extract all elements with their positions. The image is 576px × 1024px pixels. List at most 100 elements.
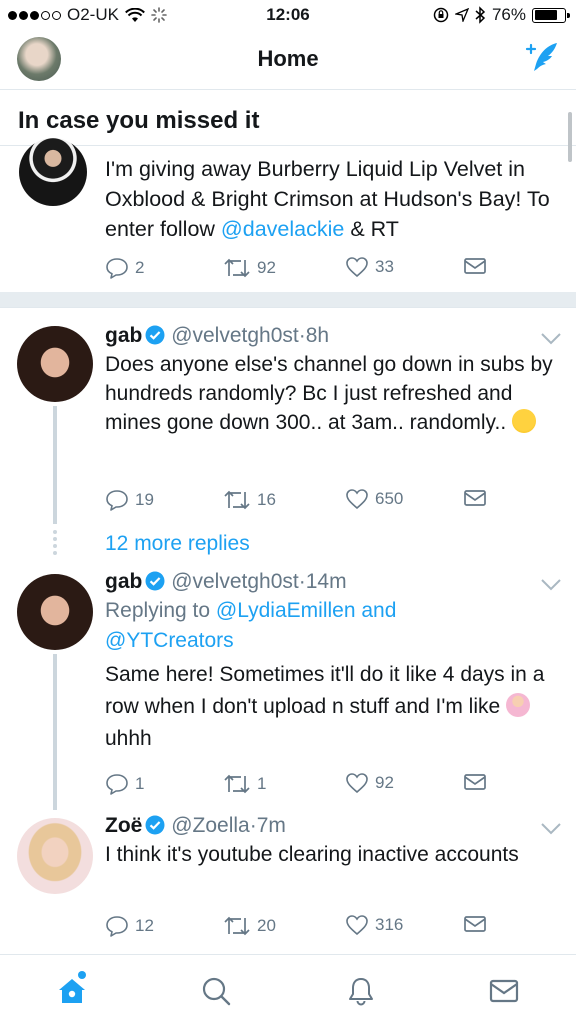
tab-home[interactable] <box>52 971 92 1011</box>
avatar[interactable] <box>17 574 93 650</box>
retweet-button[interactable]: 16 <box>223 488 276 512</box>
tweet-actions: 19 16 650 <box>105 488 495 514</box>
tweet[interactable]: Zoë @Zoella·7m I think it's youtube clea… <box>0 810 576 954</box>
tweet-actions: 1 1 92 <box>105 772 495 798</box>
battery-percent: 76% <box>491 5 526 24</box>
bluetooth-icon <box>475 6 486 24</box>
retweet-button[interactable]: 1 <box>223 772 266 796</box>
replying-to: Replying to @LydiaEmillen and @YTCreators <box>105 599 397 652</box>
reply-icon <box>106 258 128 279</box>
home-icon <box>59 979 85 1003</box>
tab-messages[interactable] <box>484 971 524 1011</box>
tweet-actions: 2 92 33 <box>105 256 495 282</box>
tweet-time: 8h <box>305 324 330 347</box>
thread-dots <box>53 530 57 558</box>
dm-button[interactable] <box>463 256 487 276</box>
shrug-emoji-icon <box>506 693 531 717</box>
thread-line <box>53 406 57 524</box>
dm-button[interactable] <box>463 772 487 792</box>
tab-bar <box>0 954 576 1024</box>
mail-icon <box>489 979 519 1003</box>
page-title: Home <box>257 46 319 71</box>
chevron-down-icon[interactable] <box>540 822 562 836</box>
search-icon <box>202 977 231 1006</box>
envelope-icon <box>464 258 486 274</box>
tweet-time: 7m <box>256 814 286 837</box>
section-divider <box>0 292 576 308</box>
rotation-lock-icon <box>433 7 449 23</box>
tweet-body: gab @velvetgh0st·8h Does anyone else's c… <box>105 322 556 437</box>
retweet-icon <box>224 774 250 794</box>
heart-icon <box>346 773 368 794</box>
tweet-actions: 12 20 316 <box>105 914 495 940</box>
like-button[interactable]: 650 <box>345 488 403 510</box>
reply-button[interactable]: 19 <box>105 488 154 512</box>
reply-button[interactable]: 12 <box>105 914 154 938</box>
heart-icon <box>346 257 368 278</box>
compose-tweet-icon[interactable] <box>524 40 560 76</box>
author-name[interactable]: Zoë <box>105 814 142 837</box>
envelope-icon <box>464 916 486 932</box>
retweet-icon <box>224 258 250 278</box>
heart-icon <box>346 915 368 936</box>
location-icon <box>454 8 469 22</box>
author-name[interactable]: gab <box>105 570 142 593</box>
tweet-header: gab @velvetgh0st·8h <box>105 324 330 347</box>
reply-button[interactable]: 1 <box>105 772 144 796</box>
author-handle[interactable]: @velvetgh0st <box>171 570 299 593</box>
thinking-face-emoji-icon <box>512 409 537 433</box>
tweet-header: gab @velvetgh0st·14m <box>105 570 347 593</box>
tweet-text: I'm giving away Burberry Liquid Lip Velv… <box>105 157 550 241</box>
tweet-body: I'm giving away Burberry Liquid Lip Velv… <box>105 154 556 244</box>
retweet-button[interactable]: 92 <box>223 256 276 280</box>
retweet-button[interactable]: 20 <box>223 914 276 938</box>
tweet-body: gab @velvetgh0st·14m Replying to @LydiaE… <box>105 568 556 755</box>
dm-button[interactable] <box>463 488 487 508</box>
mention-link[interactable]: @davelackie <box>221 217 344 241</box>
tweet[interactable]: gab @velvetgh0st·8h Does anyone else's c… <box>0 308 576 566</box>
verified-badge-icon <box>145 325 165 345</box>
avatar[interactable] <box>17 818 93 894</box>
battery-icon <box>532 7 570 23</box>
author-handle[interactable]: @Zoella <box>171 814 250 837</box>
reply-button[interactable]: 2 <box>105 256 144 280</box>
chevron-down-icon[interactable] <box>540 578 562 592</box>
verified-badge-icon <box>145 815 165 835</box>
mention-link[interactable]: @YTCreators <box>105 629 234 652</box>
retweet-icon <box>224 916 250 936</box>
envelope-icon <box>464 774 486 790</box>
more-replies-link[interactable]: 12 more replies <box>105 532 250 556</box>
tab-notifications[interactable] <box>341 971 381 1011</box>
status-bar: O2-UK 12:06 76% <box>0 0 576 30</box>
tweet-time: 14m <box>305 570 347 593</box>
chevron-down-icon[interactable] <box>540 332 562 346</box>
tweet[interactable]: gab @velvetgh0st·14m Replying to @LydiaE… <box>0 566 576 810</box>
tweet-text: I think it's youtube clearing inactive a… <box>105 843 519 866</box>
avatar[interactable] <box>19 138 87 206</box>
tweet-body: Zoë @Zoella·7m I think it's youtube clea… <box>105 812 556 869</box>
reply-icon <box>106 490 128 511</box>
envelope-icon <box>464 490 486 506</box>
tweet-text: Same here! Sometimes it'll do it like 4 … <box>105 663 545 750</box>
tweet-header: Zoë @Zoella·7m <box>105 814 286 837</box>
author-name[interactable]: gab <box>105 324 142 347</box>
mention-link[interactable]: @LydiaEmillen <box>216 599 356 622</box>
nav-bar: Home <box>0 30 576 90</box>
avatar[interactable] <box>17 326 93 402</box>
tweet[interactable]: I'm giving away Burberry Liquid Lip Velv… <box>0 138 576 292</box>
dm-button[interactable] <box>463 914 487 934</box>
reply-icon <box>106 916 128 937</box>
section-title: In case you missed it <box>18 107 260 134</box>
section-header: In case you missed it <box>0 90 576 146</box>
like-button[interactable]: 33 <box>345 256 394 278</box>
status-right: 76% <box>433 5 570 25</box>
like-button[interactable]: 316 <box>345 914 403 936</box>
bell-icon <box>349 978 373 1006</box>
heart-icon <box>346 489 368 510</box>
author-handle[interactable]: @velvetgh0st <box>171 324 299 347</box>
like-button[interactable]: 92 <box>345 772 394 794</box>
thread-line <box>53 654 57 810</box>
reply-icon <box>106 774 128 795</box>
tab-search[interactable] <box>196 971 236 1011</box>
retweet-icon <box>224 490 250 510</box>
